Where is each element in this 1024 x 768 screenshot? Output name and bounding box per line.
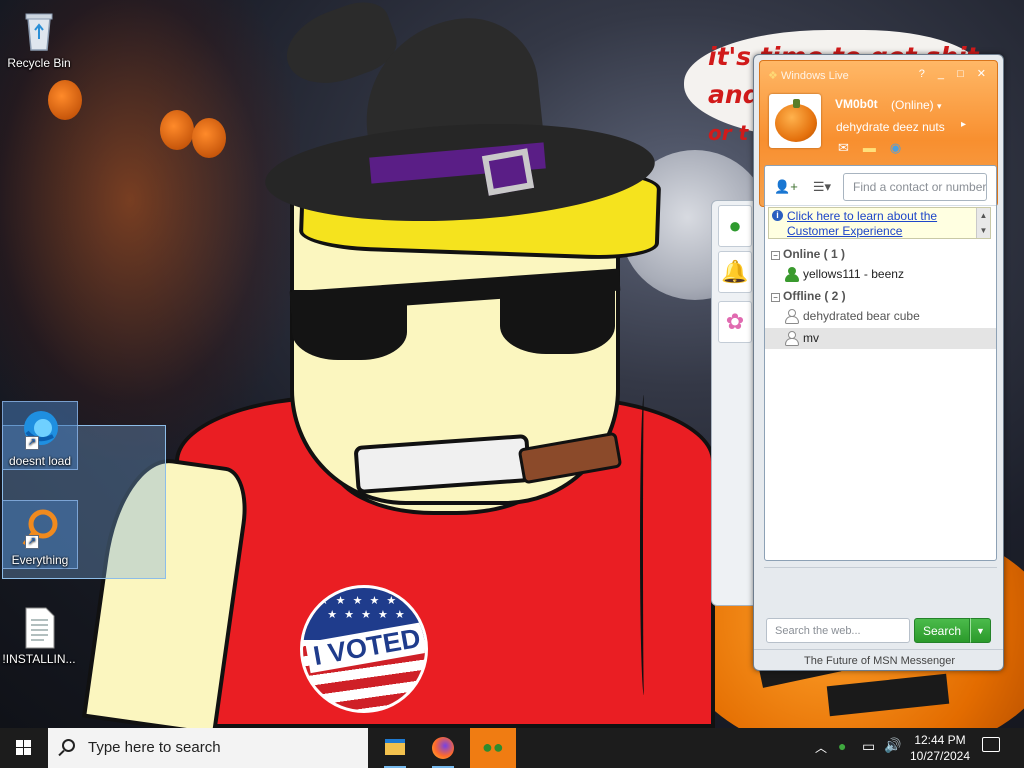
contact-list-panel: 👤+ ☰▾ Find a contact or number i Click h… — [764, 165, 997, 561]
offline-buddy-icon — [785, 309, 799, 325]
display-picture[interactable] — [769, 94, 821, 148]
desktop-icon-doesnt-load[interactable]: ↗ doesnt load — [2, 401, 78, 470]
firefox-icon — [432, 737, 454, 759]
emoticons-tab[interactable]: ✿ — [718, 301, 752, 343]
header-actions: ✉ ▬ ◉ — [838, 140, 901, 156]
customer-experience-link[interactable]: Click here to learn about the Customer E… — [787, 209, 977, 239]
window-controls[interactable]: ? _ □ ✕ — [919, 67, 991, 80]
messenger-buddies-icon: ●● — [482, 737, 504, 757]
taskbar: Type here to search ●● ︿ ● ▭ 🔊 12:44 PM … — [0, 728, 1024, 768]
folder-icon — [385, 739, 405, 755]
recycle-bin-icon — [16, 8, 62, 54]
everything-search-icon: ↗ — [17, 505, 63, 551]
wallpaper-pumpkin — [192, 118, 226, 158]
contact-item[interactable]: yellows111 - beenz — [765, 264, 996, 285]
personal-message-dropdown-icon[interactable]: ▸ — [961, 119, 966, 130]
collapse-icon: − — [771, 251, 780, 260]
taskbar-search-box[interactable]: Type here to search — [48, 728, 368, 768]
alerts-tab[interactable]: 🔔 — [718, 251, 752, 293]
spaces-icon[interactable]: ◉ — [890, 140, 901, 156]
messenger-side-panel: ● 🔔 ✿ — [711, 200, 757, 606]
network-icon[interactable]: ▭ — [862, 738, 875, 755]
group-header-online[interactable]: − Online ( 1 ) — [771, 247, 845, 261]
offline-buddy-icon — [785, 331, 799, 347]
taskbar-clock[interactable]: 12:44 PM 10/27/2024 — [900, 732, 980, 764]
personal-message[interactable]: dehydrate deez nuts — [836, 120, 945, 134]
sunglasses — [289, 268, 621, 380]
online-buddy-icon — [785, 267, 799, 283]
butterfly-icon: ✿ — [725, 309, 745, 334]
divider — [764, 567, 997, 568]
start-button[interactable] — [0, 728, 48, 768]
chevron-down-icon: ▼ — [976, 626, 985, 636]
hat-buckle — [481, 148, 535, 196]
contact-toolbar: 👤+ ☰▾ Find a contact or number — [765, 166, 996, 206]
desktop-icon-installer-file[interactable]: !INSTALLIN... — [1, 600, 77, 666]
shirt-seam — [640, 395, 648, 695]
taskbar-app-firefox[interactable] — [420, 728, 466, 768]
notifications-icon[interactable] — [982, 737, 1000, 752]
window-title: ❖ Windows Live — [768, 70, 849, 82]
edge-icon: ↗ — [17, 406, 63, 452]
wallpaper-pumpkin — [48, 80, 82, 120]
search-icon — [62, 739, 75, 752]
text-file-icon — [16, 604, 62, 650]
info-scrollbar[interactable]: ▲ ▼ — [976, 208, 990, 238]
search-button[interactable]: Search — [914, 618, 970, 643]
bell-icon: 🔔 — [721, 259, 749, 284]
collapse-icon: − — [771, 293, 780, 302]
add-contact-icon: 👤+ — [774, 179, 798, 194]
mail-icon[interactable]: ✉ — [838, 140, 849, 156]
contact-item[interactable]: dehydrated bear cube — [765, 306, 996, 327]
show-hidden-icons-chevron-icon[interactable]: ︿ — [815, 739, 827, 756]
contact-item-selected[interactable]: mv — [765, 328, 996, 349]
messenger-window: ❖ Windows Live ? _ □ ✕ VM0b0t (Online) ▾… — [753, 54, 1004, 671]
messenger-footer: The Future of MSN Messenger — [754, 649, 1003, 670]
wallpaper-pumpkin — [160, 110, 194, 150]
windows-live-logo-icon: ❖ — [768, 70, 778, 82]
add-contact-button[interactable]: 👤+ — [773, 176, 799, 198]
contacts-tab[interactable]: ● — [718, 205, 752, 247]
buddy-green-icon: ● — [728, 213, 742, 238]
taskbar-app-messenger[interactable]: ●● — [470, 728, 516, 768]
group-header-offline[interactable]: − Offline ( 2 ) — [771, 289, 846, 303]
change-view-button[interactable]: ☰▾ — [809, 176, 835, 198]
info-icon: i — [772, 210, 783, 221]
find-contact-input[interactable]: Find a contact or number — [843, 173, 987, 201]
desktop-icon-recycle-bin[interactable]: Recycle Bin — [1, 4, 77, 70]
desktop-icon-everything[interactable]: ↗ Everything — [2, 500, 78, 569]
info-bar: i Click here to learn about the Customer… — [768, 207, 991, 239]
i-voted-badge: ★ ★ ★ ★ ★ ★ ★ ★ ★ ★ ★ I VOTED — [300, 585, 428, 713]
messenger-tray-icon[interactable]: ● — [838, 738, 846, 754]
pumpkin-avatar — [775, 104, 817, 142]
search-dropdown-button[interactable]: ▼ — [970, 618, 991, 643]
user-display-name[interactable]: VM0b0t — [835, 97, 878, 111]
folder-icon[interactable]: ▬ — [863, 140, 876, 156]
volume-icon[interactable]: 🔊 — [884, 737, 901, 754]
taskbar-app-file-explorer[interactable] — [372, 728, 418, 768]
web-search-input[interactable]: Search the web... — [766, 618, 910, 643]
status-dropdown-icon: ▾ — [937, 101, 942, 111]
list-view-icon: ☰▾ — [812, 179, 832, 194]
user-status[interactable]: (Online) ▾ — [891, 98, 942, 112]
